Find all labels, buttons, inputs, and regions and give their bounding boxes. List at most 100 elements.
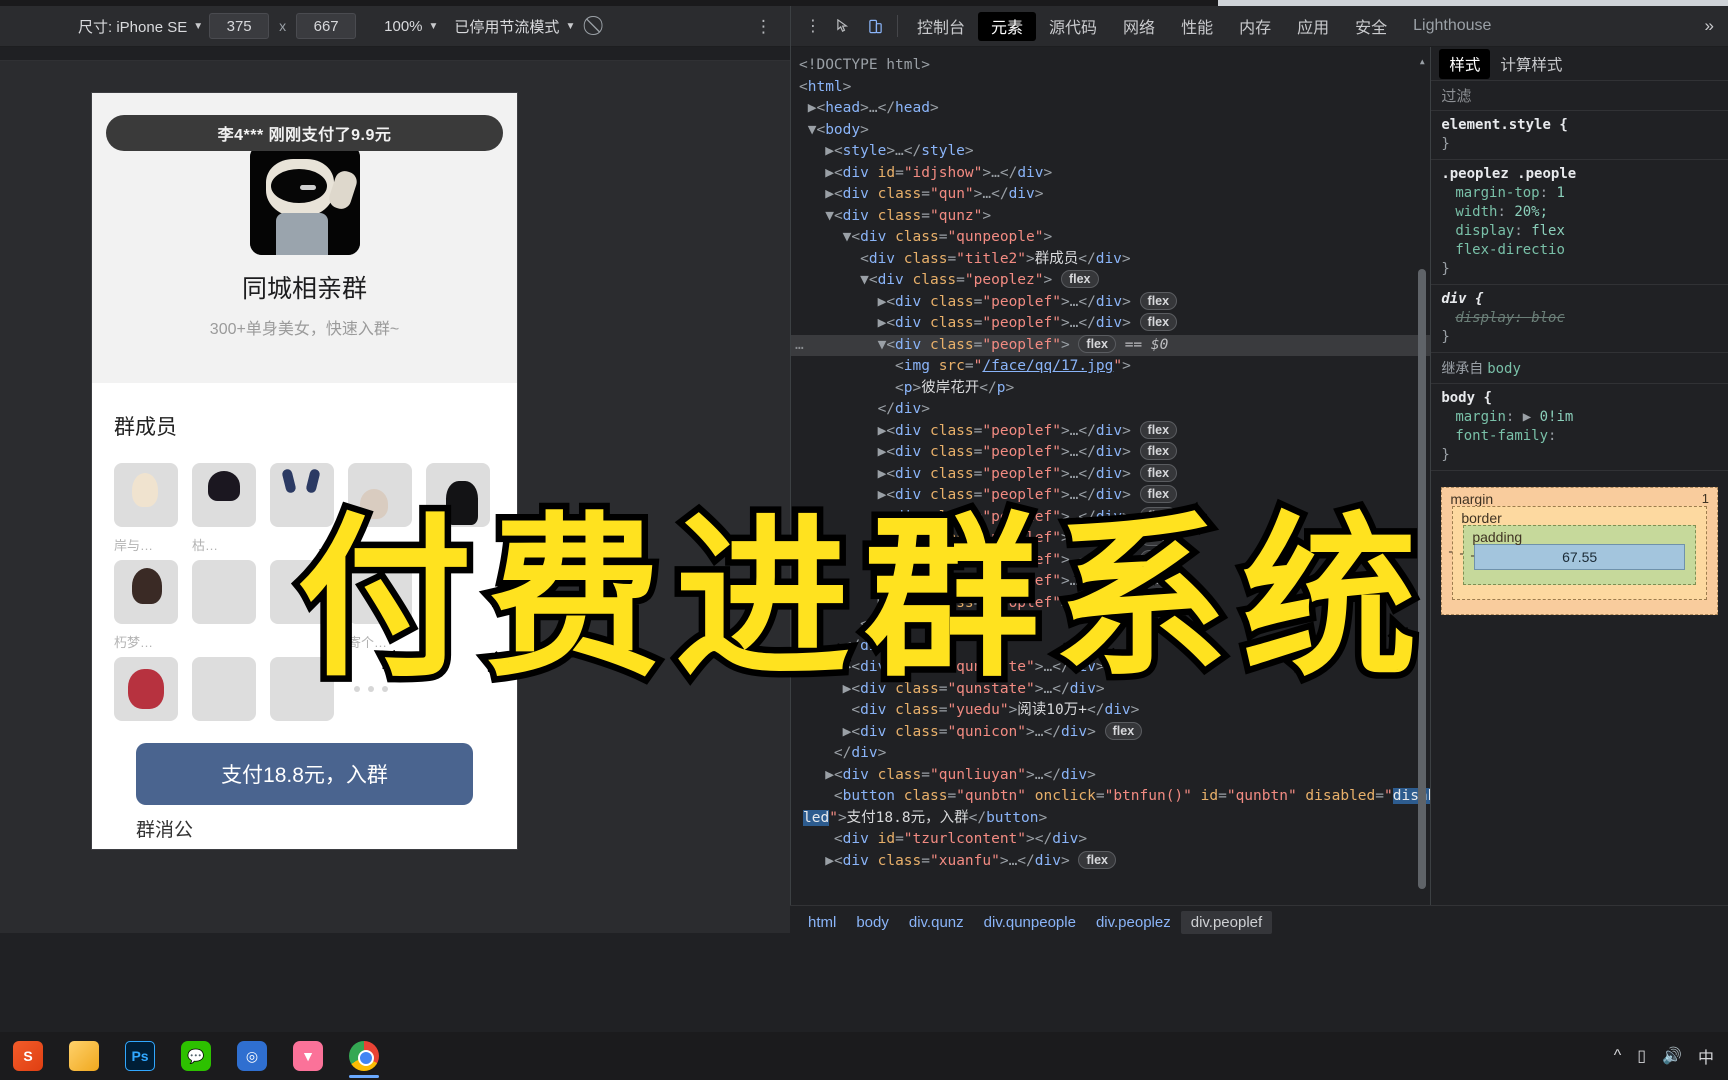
- zoom-selector[interactable]: 100% ▼: [384, 18, 438, 35]
- list-item[interactable]: [114, 657, 178, 721]
- breadcrumb-item-peoplef[interactable]: div.peoplef: [1180, 911, 1273, 934]
- dom-line[interactable]: ▶<div class="peoplef">…</div> flex: [791, 463, 1430, 486]
- dom-line-img[interactable]: <img src="/face/qq/17.jpg">: [791, 356, 1430, 378]
- dom-line[interactable]: ▶<div class="peoplef">…</div> flex: [791, 313, 1430, 335]
- flex-badge[interactable]: flex: [1078, 334, 1116, 353]
- box-model-margin[interactable]: margin 1 - border - padding - 67.55: [1441, 487, 1718, 615]
- toggle-device-toolbar-icon[interactable]: [859, 12, 891, 40]
- box-model-border[interactable]: border - padding - 67.55: [1452, 506, 1707, 600]
- tab-computed[interactable]: 计算样式: [1490, 49, 1572, 79]
- flex-badge[interactable]: flex: [1139, 549, 1178, 568]
- dom-line[interactable]: </div>: [791, 636, 1430, 658]
- dom-line[interactable]: ▶<div class="peoplef">…</div> flex: [791, 291, 1430, 314]
- dom-line[interactable]: ▶<div class="qunstate">…</div>: [791, 657, 1430, 679]
- dom-line[interactable]: ▶<div class="peoplef">…</div> flex: [791, 528, 1430, 550]
- dom-line[interactable]: ▶<div class="peoplef">…</div> flex: [791, 442, 1430, 464]
- taskbar-app-blue[interactable]: ◎: [224, 1032, 280, 1080]
- flex-badge[interactable]: flex: [1060, 270, 1099, 288]
- taskbar-photoshop[interactable]: Ps: [112, 1032, 168, 1080]
- device-viewport[interactable]: 李4*** 刚刚支付了9.9元 同城相亲群 300+单身美女，快速入群~ 群成员: [92, 93, 517, 849]
- tab-styles[interactable]: 样式: [1439, 48, 1491, 79]
- tab-sources[interactable]: 源代码: [1036, 12, 1110, 41]
- styles-filter-input[interactable]: 过滤: [1431, 81, 1728, 111]
- flex-badge[interactable]: flex: [1139, 291, 1178, 310]
- dom-line[interactable]: ▶<div class="peoplef">…</div> flex: [791, 485, 1430, 507]
- flex-badge[interactable]: flex: [1139, 463, 1178, 482]
- tab-network[interactable]: 网络: [1110, 12, 1168, 41]
- breadcrumb-item-body[interactable]: body: [846, 911, 899, 934]
- taskbar-start-button[interactable]: S: [0, 1032, 56, 1080]
- taskbar-chrome[interactable]: [336, 1032, 392, 1080]
- dom-line[interactable]: ▶<div class="peoplef">…</div> flex: [791, 571, 1430, 593]
- dom-line[interactable]: ▶<head>…</head>: [791, 98, 1430, 120]
- tab-application[interactable]: 应用: [1284, 12, 1342, 41]
- dom-line-button[interactable]: <button class="qunbtn" onclick="btnfun()…: [791, 786, 1431, 808]
- device-size-selector[interactable]: 尺寸: iPhone SE ▼: [78, 16, 203, 37]
- flex-badge[interactable]: flex: [1078, 850, 1116, 869]
- dom-line-selected[interactable]: ▼<div class="peoplef"> flex == $0: [791, 334, 1431, 356]
- css-prop-value[interactable]: 20%;: [1514, 204, 1548, 220]
- flex-badge[interactable]: flex: [1139, 571, 1178, 589]
- dom-line-p[interactable]: <p>彼岸花开</p>: [791, 378, 1430, 400]
- css-prop-name[interactable]: margin: [1441, 408, 1506, 427]
- list-item[interactable]: [192, 657, 256, 721]
- box-model-diagram[interactable]: margin 1 - border - padding - 67.55: [1431, 471, 1728, 631]
- dom-line[interactable]: ▶<div class="qun">…</div>: [791, 184, 1430, 206]
- list-item[interactable]: 寄个…: [348, 560, 412, 651]
- taskbar-bilibili[interactable]: ▼: [280, 1032, 336, 1080]
- box-model-padding[interactable]: padding - 67.55: [1463, 525, 1696, 585]
- css-rule-peoplez[interactable]: .peoplez .people margin-top: 1 width: 20…: [1431, 160, 1728, 285]
- list-item[interactable]: 朽梦…: [114, 560, 178, 651]
- dom-line[interactable]: <html>: [791, 77, 1430, 99]
- tab-lighthouse[interactable]: Lighthouse: [1400, 12, 1504, 41]
- throttling-selector[interactable]: 已停用节流模式 ▼: [454, 16, 575, 37]
- ime-indicator[interactable]: 中: [1698, 1044, 1714, 1068]
- tab-performance[interactable]: 性能: [1168, 12, 1226, 41]
- dom-line[interactable]: ▶<div class="peoplef">…</div> flex: [791, 549, 1430, 572]
- breadcrumb-item-html[interactable]: html: [798, 911, 846, 934]
- dom-line[interactable]: ▶<div class="peoplef">…</div> flex: [791, 420, 1430, 443]
- dom-tree-pane[interactable]: <!DOCTYPE html> <html> ▶<head>…</head> ▼…: [791, 47, 1431, 939]
- dom-line[interactable]: ▶<style>…</style>: [791, 141, 1430, 163]
- tab-elements[interactable]: 元素: [978, 11, 1037, 41]
- list-item[interactable]: 彼岸…: [426, 463, 490, 554]
- flex-badge[interactable]: flex: [1139, 420, 1178, 439]
- scroll-up-icon[interactable]: ▲: [1418, 51, 1426, 73]
- dom-img-src[interactable]: /face/qq/17.jpg: [982, 358, 1113, 374]
- css-prop-name[interactable]: width: [1441, 203, 1497, 222]
- list-item[interactable]: [348, 463, 412, 554]
- dom-line[interactable]: </div>: [791, 614, 1430, 636]
- css-prop-name[interactable]: display: [1441, 309, 1514, 328]
- flex-badge[interactable]: flex: [1104, 721, 1143, 740]
- speaker-icon[interactable]: 🔊: [1662, 1046, 1682, 1066]
- flex-badge[interactable]: flex: [1139, 528, 1178, 546]
- more-tabs-icon[interactable]: »: [1705, 16, 1728, 36]
- css-prop-value[interactable]: bloc: [1531, 310, 1565, 326]
- dom-line[interactable]: ▼<div class="peoplez"> flex: [791, 270, 1430, 292]
- tab-memory[interactable]: 内存: [1226, 12, 1284, 41]
- css-prop-name[interactable]: margin-top: [1441, 184, 1539, 203]
- css-prop-value[interactable]: 0!im: [1540, 409, 1574, 425]
- dom-line-yuedu[interactable]: <div class="yuedu">阅读10万+</div>: [791, 700, 1430, 722]
- dom-line[interactable]: ▶<div id="idjshow">…</div>: [791, 163, 1430, 185]
- dom-line-title2[interactable]: <div class="title2">群成员</div>: [791, 249, 1430, 271]
- css-rule-div[interactable]: div { display: bloc }: [1431, 285, 1728, 353]
- css-prop-name[interactable]: font-family: [1441, 427, 1548, 446]
- flex-badge[interactable]: flex: [1139, 313, 1178, 331]
- dom-tree-scrollbar[interactable]: ▲ ▼: [1418, 57, 1427, 936]
- battery-icon[interactable]: ▯: [1637, 1046, 1646, 1066]
- inspect-element-icon[interactable]: [827, 12, 859, 40]
- flex-badge[interactable]: flex: [1139, 592, 1178, 611]
- dom-line[interactable]: ▼<div class="qunpeople">: [791, 227, 1430, 249]
- breadcrumb-item-qunz[interactable]: div.qunz: [899, 911, 974, 934]
- css-prop-name[interactable]: flex-directio: [1441, 241, 1565, 260]
- dom-line[interactable]: ▶<div class="xuanfu">…</div> flex: [791, 850, 1430, 873]
- breadcrumb-item-peoplez[interactable]: div.peoplez: [1086, 911, 1181, 934]
- dom-line[interactable]: </div>: [791, 743, 1430, 765]
- list-item[interactable]: 枯…: [192, 463, 256, 554]
- dom-line[interactable]: ▼<body>: [791, 120, 1430, 142]
- taskbar-wechat[interactable]: 💬: [168, 1032, 224, 1080]
- dom-line[interactable]: ▶<div class="peoplef">…</div> flex: [791, 592, 1430, 615]
- css-rule-element-style[interactable]: element.style { }: [1431, 111, 1728, 160]
- dom-line[interactable]: ▶<div class="qunicon">…</div> flex: [791, 721, 1430, 744]
